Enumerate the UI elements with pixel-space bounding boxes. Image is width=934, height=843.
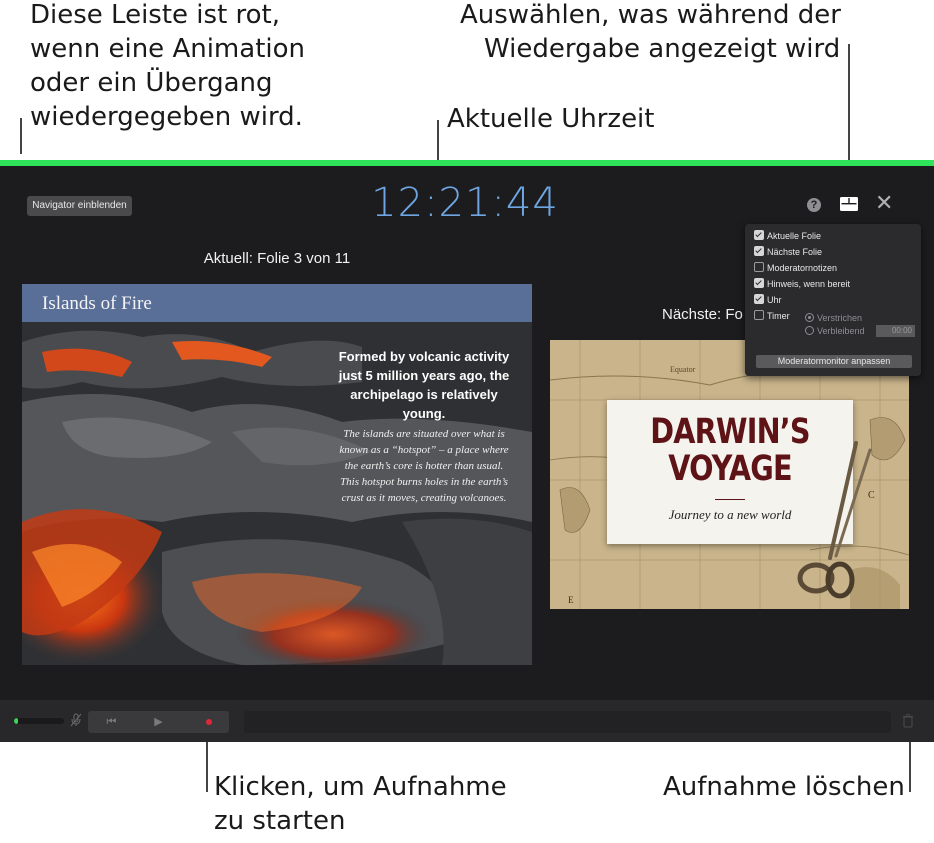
play-icon[interactable]: ▶	[135, 711, 182, 733]
option-next-slide[interactable]: Nächste Folie	[754, 246, 822, 260]
timer-mode-elapsed[interactable]: Verstrichen	[805, 312, 862, 324]
show-navigator-button[interactable]: Navigator einblenden	[27, 196, 132, 216]
option-current-slide[interactable]: Aktuelle Folie	[754, 230, 821, 244]
checkbox-checked-icon[interactable]	[754, 278, 764, 288]
audio-level-fill	[14, 718, 18, 724]
current-slide: Islands of Fire Formed by volcanic activ…	[22, 284, 532, 665]
option-label: Moderatornotizen	[767, 263, 838, 273]
option-timer[interactable]: Timer	[754, 310, 790, 324]
close-icon[interactable]: ✕	[875, 192, 893, 214]
timer-mode-remaining[interactable]: Verbleibend	[805, 325, 865, 337]
callout-animation-bar: Diese Leiste ist rot, wenn eine Animatio…	[30, 0, 305, 132]
option-label: Aktuelle Folie	[767, 231, 822, 241]
slide-title-bar: Islands of Fire	[22, 284, 532, 322]
record-button[interactable]	[206, 719, 212, 725]
title-divider	[715, 499, 745, 500]
display-options-popover: Aktuelle Folie Nächste Folie Moderatorno…	[745, 224, 921, 376]
microphone-muted-icon[interactable]	[70, 713, 82, 727]
checkbox-checked-icon[interactable]	[754, 230, 764, 240]
callout-delete-leader	[909, 734, 911, 792]
map-label-e: E	[568, 595, 574, 605]
recording-timeline[interactable]	[244, 711, 891, 733]
checkbox-checked-icon[interactable]	[754, 246, 764, 256]
radio-label: Verstrichen	[817, 313, 863, 323]
current-slide-label: Aktuell: Folie 3 von 11	[203, 250, 351, 267]
slide-body-bold: Formed by volcanic activity just 5 milli…	[338, 349, 510, 421]
radio-unselected-icon[interactable]	[805, 326, 814, 335]
option-label: Uhr	[767, 295, 782, 305]
map-label-equator: Equator	[670, 365, 696, 374]
option-label: Nächste Folie	[767, 247, 823, 257]
audio-level-meter	[14, 718, 64, 724]
checkbox-checked-icon[interactable]	[754, 294, 764, 304]
option-clock[interactable]: Uhr	[754, 294, 782, 308]
option-ready-hint[interactable]: Hinweis, wenn bereit	[754, 278, 850, 292]
trash-icon[interactable]	[903, 714, 913, 728]
radio-label: Verbleibend	[817, 326, 865, 336]
help-icon[interactable]: ?	[807, 198, 821, 212]
callout-record-leader	[206, 734, 208, 792]
checkbox-unchecked-icon[interactable]	[754, 262, 764, 272]
customize-presenter-display-button[interactable]: Moderatormonitor anpassen	[756, 355, 912, 368]
presenter-display: Navigator einblenden 12:21:44 ? ✕ Aktuel…	[0, 166, 934, 742]
recording-toolbar: ⏮ ▶	[0, 700, 934, 742]
layout-options-icon[interactable]	[840, 197, 858, 211]
option-label: Timer	[767, 311, 790, 321]
scissors-icon	[797, 441, 872, 599]
recording-controls: ⏮ ▶	[88, 711, 229, 733]
callout-display-options-line2: Wiedergabe angezeigt wird	[484, 34, 841, 64]
option-presenter-notes[interactable]: Moderatornotizen	[754, 262, 837, 276]
callout-delete: Aufnahme löschen	[663, 772, 905, 802]
next-slide-label: Nächste: Fo	[662, 306, 743, 323]
current-time-clock: 12:21:44	[371, 180, 559, 226]
callout-record: Klicken, um Aufnahme zu starten	[214, 772, 507, 836]
option-label: Hinweis, wenn bereit	[767, 279, 851, 289]
next-slide: Equator E C DARWIN’S VOYAGE Journey to a…	[550, 340, 909, 609]
checkbox-unchecked-icon[interactable]	[754, 310, 764, 320]
rewind-icon[interactable]: ⏮	[88, 711, 135, 733]
callout-display-options-line1: Auswählen, was während der	[460, 0, 841, 30]
radio-selected-icon[interactable]	[805, 313, 814, 322]
callout-animation-bar-leader	[20, 118, 22, 154]
timer-duration-field[interactable]: 00:00	[876, 325, 915, 337]
slide-body-italic: The islands are situated over what is kn…	[339, 428, 509, 504]
callout-clock: Aktuelle Uhrzeit	[447, 104, 655, 134]
slide-title: Islands of Fire	[42, 293, 152, 314]
